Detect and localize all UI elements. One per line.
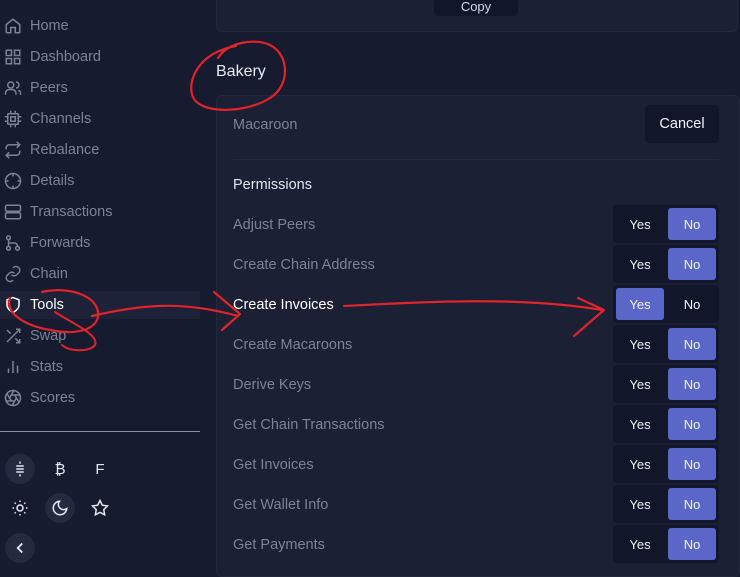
permission-yes-button[interactable]: Yes [616, 368, 664, 400]
star-icon [91, 499, 109, 517]
cancel-button[interactable]: Cancel [645, 105, 719, 143]
permission-yes-button[interactable]: Yes [616, 288, 664, 320]
permission-no-button[interactable]: No [668, 408, 716, 440]
link-icon [4, 265, 22, 283]
aperture-icon [4, 389, 22, 407]
users-icon [4, 79, 22, 97]
permission-no-button[interactable]: No [668, 288, 716, 320]
sidebar-item-label: Details [30, 173, 75, 189]
permission-label: Get Payments [233, 537, 325, 553]
crosshair-icon [4, 172, 22, 190]
sidebar-item-chain[interactable]: Chain [0, 261, 200, 287]
favorite-theme-button[interactable] [85, 493, 115, 523]
permission-no-button[interactable]: No [668, 248, 716, 280]
permission-label: Create Invoices [233, 297, 334, 313]
sidebar-item-dashboard[interactable]: Dashboard [0, 44, 200, 70]
cpu-icon [4, 110, 22, 128]
sidebar-item-label: Dashboard [30, 49, 101, 65]
sun-icon [11, 499, 29, 517]
git-branch-icon [4, 234, 22, 252]
permission-toggle: Yes No [613, 245, 719, 283]
permission-yes-button[interactable]: Yes [616, 448, 664, 480]
sidebar-item-scores[interactable]: Scores [0, 385, 200, 411]
permission-toggle: Yes No [613, 205, 719, 243]
sidebar-item-home[interactable]: Home [0, 13, 200, 39]
home-icon [4, 17, 22, 35]
permission-label: Create Chain Address [233, 257, 375, 273]
permission-no-button[interactable]: No [668, 368, 716, 400]
sidebar-item-channels[interactable]: Channels [0, 106, 200, 132]
permission-toggle: Yes No [613, 365, 719, 403]
permission-no-button[interactable]: No [668, 448, 716, 480]
permission-toggle: Yes No [613, 525, 719, 563]
permission-label: Get Chain Transactions [233, 417, 385, 433]
sidebar-item-label: Stats [30, 359, 64, 375]
permission-toggle: Yes No [613, 405, 719, 443]
sidebar-item-label: Peers [30, 80, 68, 96]
sidebar-item-rebalance[interactable]: Rebalance [0, 137, 200, 163]
fiat-symbol: F [95, 460, 105, 478]
permission-no-button[interactable]: No [668, 488, 716, 520]
permissions-heading: Permissions [233, 177, 312, 193]
sidebar-item-label: Transactions [30, 204, 113, 220]
permission-yes-button[interactable]: Yes [616, 528, 664, 560]
sidebar: Home Dashboard Peers Channels Rebalance … [0, 0, 205, 568]
sidebar-item-forwards[interactable]: Forwards [0, 230, 200, 256]
card-divider [233, 159, 719, 160]
sidebar-item-label: Chain [30, 266, 68, 282]
sidebar-item-swap[interactable]: Swap [0, 323, 200, 349]
bitcoin-symbol: ₿ [54, 460, 66, 478]
sidebar-item-label: Home [30, 18, 69, 34]
permission-toggle: Yes No [613, 485, 719, 523]
dark-theme-button[interactable] [45, 493, 75, 523]
moon-icon [51, 499, 69, 517]
shuffle-icon [4, 327, 22, 345]
permission-no-button[interactable]: No [668, 208, 716, 240]
server-icon [4, 203, 22, 221]
copy-button[interactable]: Copy [434, 0, 518, 16]
sidebar-item-label: Swap [30, 328, 67, 344]
permission-yes-button[interactable]: Yes [616, 408, 664, 440]
permission-yes-button[interactable]: Yes [616, 488, 664, 520]
sidebar-item-label: Forwards [30, 235, 91, 251]
sidebar-item-details[interactable]: Details [0, 168, 200, 194]
sidebar-item-stats[interactable]: Stats [0, 354, 200, 380]
chevron-left-icon [11, 539, 29, 557]
macaroon-label: Macaroon [233, 117, 298, 133]
permission-yes-button[interactable]: Yes [616, 328, 664, 360]
sats-icon [11, 460, 29, 478]
permission-no-button[interactable]: No [668, 528, 716, 560]
permission-toggle: Yes No [613, 445, 719, 483]
permission-label: Get Wallet Info [233, 497, 329, 513]
permission-label: Adjust Peers [233, 217, 316, 233]
repeat-icon [4, 141, 22, 159]
copy-label: Copy [460, 0, 492, 14]
permission-label: Create Macaroons [233, 337, 353, 353]
permission-label: Derive Keys [233, 377, 312, 393]
fiat-currency-button[interactable]: F [85, 454, 115, 484]
sidebar-item-label: Channels [30, 111, 92, 127]
bitcoin-currency-button[interactable]: ₿ [45, 454, 75, 484]
permission-toggle: Yes No [613, 325, 719, 363]
sidebar-item-peers[interactable]: Peers [0, 75, 200, 101]
sidebar-item-transactions[interactable]: Transactions [0, 199, 200, 225]
bar-chart-icon [4, 358, 22, 376]
permission-no-button[interactable]: No [668, 328, 716, 360]
light-theme-button[interactable] [5, 493, 35, 523]
permission-toggle: Yes No [613, 285, 719, 323]
cancel-label: Cancel [659, 116, 705, 132]
permission-yes-button[interactable]: Yes [616, 248, 664, 280]
permission-label: Get Invoices [233, 457, 314, 473]
sidebar-item-label: Tools [30, 297, 64, 313]
sidebar-divider [0, 431, 200, 432]
sidebar-item-label: Rebalance [30, 142, 100, 158]
collapse-sidebar-button[interactable] [5, 533, 35, 563]
sidebar-item-tools[interactable]: Tools [0, 291, 200, 319]
shield-icon [4, 296, 22, 314]
permission-yes-button[interactable]: Yes [616, 208, 664, 240]
sats-button[interactable] [5, 454, 35, 484]
sidebar-item-label: Scores [30, 390, 76, 406]
grid-icon [4, 48, 22, 66]
section-title: Bakery [216, 63, 266, 80]
